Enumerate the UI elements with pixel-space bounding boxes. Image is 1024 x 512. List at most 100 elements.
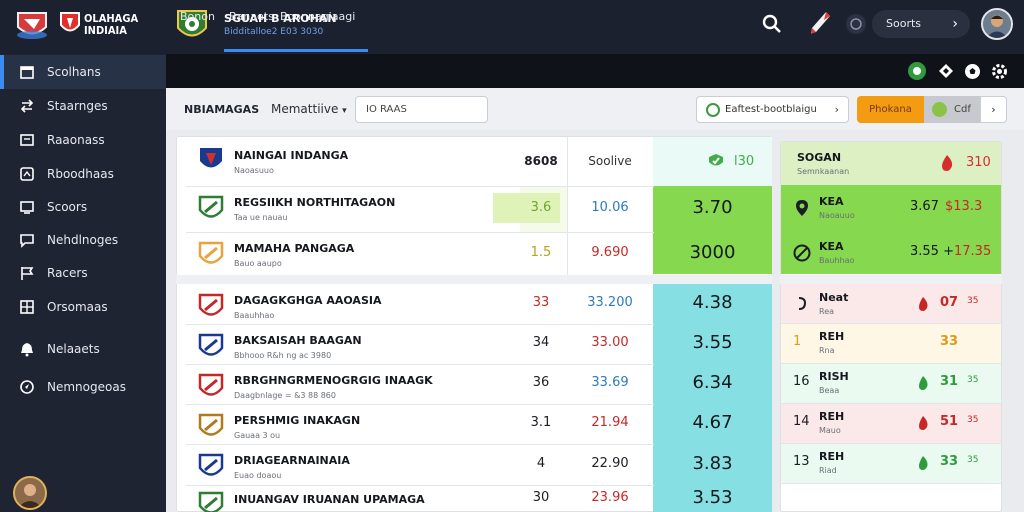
odds-value-alt[interactable]: 35 xyxy=(967,415,978,425)
sidebar-item-4[interactable]: Rboodhaas xyxy=(0,157,166,191)
search-input[interactable]: IO RAAS xyxy=(355,96,488,123)
odds-col1[interactable]: 4 xyxy=(518,456,564,471)
fire-icon xyxy=(942,155,953,171)
market-sub: Rea xyxy=(819,306,835,316)
odds-col1[interactable]: 33 xyxy=(518,295,564,310)
odds-col3[interactable]: 3.55 xyxy=(653,332,772,353)
table-row[interactable]: RBRGHNGRMENOGRGIG INAAGK Daagbnlage = &3 … xyxy=(186,364,772,404)
no-entry-icon xyxy=(793,244,811,261)
odds-value-alt[interactable]: $13.3 xyxy=(945,199,982,214)
odds-value[interactable]: 33 xyxy=(940,454,958,469)
sidebar-item-7[interactable]: Racers xyxy=(0,256,166,290)
gear-icon[interactable] xyxy=(991,63,1008,80)
sidebar-user-avatar[interactable] xyxy=(13,476,47,510)
header-team-sub: Naoasuuo xyxy=(234,166,274,175)
odds-col3[interactable]: 4.67 xyxy=(653,412,772,433)
odds-col3[interactable]: 3.53 xyxy=(653,487,772,508)
title-underline xyxy=(224,49,368,52)
odds-col2[interactable]: 10.06 xyxy=(566,200,654,215)
market-name: REH xyxy=(819,410,845,423)
table-row[interactable]: INUANGAV IRUANAN UPAMAGA 30 23.96 3.53 xyxy=(186,485,772,512)
odds-col2[interactable]: 21.94 xyxy=(566,415,654,430)
football-icon[interactable] xyxy=(938,63,954,79)
odds-toggle-button[interactable]: Cdf xyxy=(924,96,980,123)
odds-col1[interactable]: 3.1 xyxy=(518,415,564,430)
side-odds-row[interactable]: 13 REH Riad 33 35 xyxy=(781,443,1001,483)
sports-dropdown[interactable]: Soorts › xyxy=(872,10,970,38)
filter-dropdown[interactable]: Memattiive ▾ xyxy=(271,102,347,116)
live-indicator[interactable] xyxy=(908,62,926,80)
filter-more-button[interactable]: › xyxy=(980,96,1007,123)
sidebar-item-2[interactable]: Staarnges xyxy=(0,89,166,123)
sidebar-item-6[interactable]: Nehdlnoges xyxy=(0,223,166,257)
sidebar-item-10[interactable]: Nemnogeoas xyxy=(0,370,166,404)
side-odds-row[interactable]: 16 RISH Beaa 31 35 xyxy=(781,363,1001,403)
odds-value-alt[interactable]: 35 xyxy=(967,455,978,465)
brand-line-2: INDIAIA xyxy=(84,24,127,37)
header-col1: 8608 xyxy=(524,154,558,168)
market-name: REH xyxy=(819,330,845,343)
sidebar-item-label: Orsomaas xyxy=(47,300,108,314)
sidebar-item-label: Nelaaets xyxy=(47,342,100,356)
odds-value-alt[interactable]: 35 xyxy=(967,296,978,306)
side-odds-row[interactable]: KEA Bauhhao 3.55 +17.35 xyxy=(781,231,1001,274)
odds-value[interactable]: 3.67 xyxy=(910,199,939,214)
user-avatar[interactable] xyxy=(981,8,1013,40)
table-row[interactable]: DAGAGKGHGA AAOASIA Baauhhao 33 33.200 4.38 xyxy=(186,284,772,324)
bookmaker-select[interactable]: Eaftest-bootblaigu › xyxy=(696,96,849,123)
swap-icon xyxy=(20,99,34,113)
odds-col2[interactable]: 9.690 xyxy=(566,245,654,260)
odds-col3[interactable]: 3.70 xyxy=(653,197,772,218)
search-button[interactable] xyxy=(760,12,784,36)
tab-boonnagiaagi[interactable]: Boonnagiaagi xyxy=(280,10,355,23)
odds-col3[interactable]: 4.38 xyxy=(653,292,772,313)
odds-col3[interactable]: 3.83 xyxy=(653,453,772,474)
odds-toggle-label: Cdf xyxy=(954,104,971,115)
odds-col2[interactable]: 33.00 xyxy=(566,335,654,350)
tab-banaets[interactable]: Banaets xyxy=(229,10,274,23)
odds-col3[interactable]: 3000 xyxy=(653,242,772,263)
app-logo-icon[interactable] xyxy=(14,7,50,41)
ball-icon[interactable] xyxy=(964,63,981,80)
rocket-icon xyxy=(811,12,830,34)
odds-col1[interactable]: 3.6 xyxy=(518,200,564,215)
table-row[interactable]: MAMAHA PANGAGA Bauo aaupo 1.5 9.690 3000 xyxy=(186,232,772,275)
odds-col2[interactable]: 22.90 xyxy=(566,456,654,471)
side-odds-row[interactable]: KEA Naoauuo 3.67 $13.3 xyxy=(781,185,1001,231)
odds-col1[interactable]: 30 xyxy=(518,490,564,505)
odds-value[interactable]: 51 xyxy=(940,414,958,429)
odds-value[interactable]: 31 xyxy=(940,374,958,389)
side-odds-row[interactable]: 1 REH Rna 33 xyxy=(781,323,1001,363)
tab-bonon[interactable]: Bonon xyxy=(180,10,215,23)
odds-value-alt[interactable]: 17.35 xyxy=(954,244,991,259)
table-row[interactable]: PERSHMIG INAKAGN Gauaa 3 ou 3.1 21.94 4.67 xyxy=(186,404,772,444)
team-subtitle: Daagbnlage = &3 88 860 xyxy=(234,391,336,400)
side-odds-row[interactable]: Neat Rea 07 35 xyxy=(781,284,1001,323)
sidebar-item-9[interactable]: Nelaaets xyxy=(0,332,166,366)
odds-value[interactable]: 3.55 + xyxy=(910,244,954,259)
odds-col1[interactable]: 1.5 xyxy=(518,245,564,260)
table-row[interactable]: REGSIIKH NORTHITAGAON Taa ue nauau 3.6 10.0… xyxy=(186,186,772,232)
rocket-button[interactable] xyxy=(807,9,833,37)
market-name: KEA xyxy=(819,195,844,208)
sidebar-item-5[interactable]: Scoors xyxy=(0,190,166,224)
odds-col2[interactable]: 23.96 xyxy=(566,490,654,505)
theme-toggle[interactable] xyxy=(846,14,866,34)
team-name: DAGAGKGHGA AAOASIA xyxy=(234,294,382,307)
odds-value-alt[interactable]: 35 xyxy=(967,375,978,385)
table-row[interactable]: BAKSAISAH BAAGAN Bbhooo R&h ng ac 3980 34 3… xyxy=(186,324,772,364)
sidebar-item-3[interactable]: Raaonass xyxy=(0,123,166,157)
status-icon xyxy=(913,67,921,75)
sidebar-item-8[interactable]: Orsomaas xyxy=(0,290,166,324)
odds-value[interactable]: 33 xyxy=(940,334,958,349)
side-odds-row[interactable]: 14 REH Mauo 51 35 xyxy=(781,403,1001,443)
table-row[interactable]: DRIAGEARNAINAIA Euao doaou 4 22.90 3.83 xyxy=(186,444,772,485)
odds-col1[interactable]: 34 xyxy=(518,335,564,350)
odds-value[interactable]: 07 xyxy=(940,295,958,310)
odds-col2[interactable]: 33.200 xyxy=(566,295,654,310)
odds-col1[interactable]: 36 xyxy=(518,375,564,390)
odds-format-button[interactable]: Phokana xyxy=(857,96,924,123)
odds-col2[interactable]: 33.69 xyxy=(566,375,654,390)
odds-col3[interactable]: 6.34 xyxy=(653,372,772,393)
sidebar-item-1[interactable]: Scolhans xyxy=(0,55,166,89)
